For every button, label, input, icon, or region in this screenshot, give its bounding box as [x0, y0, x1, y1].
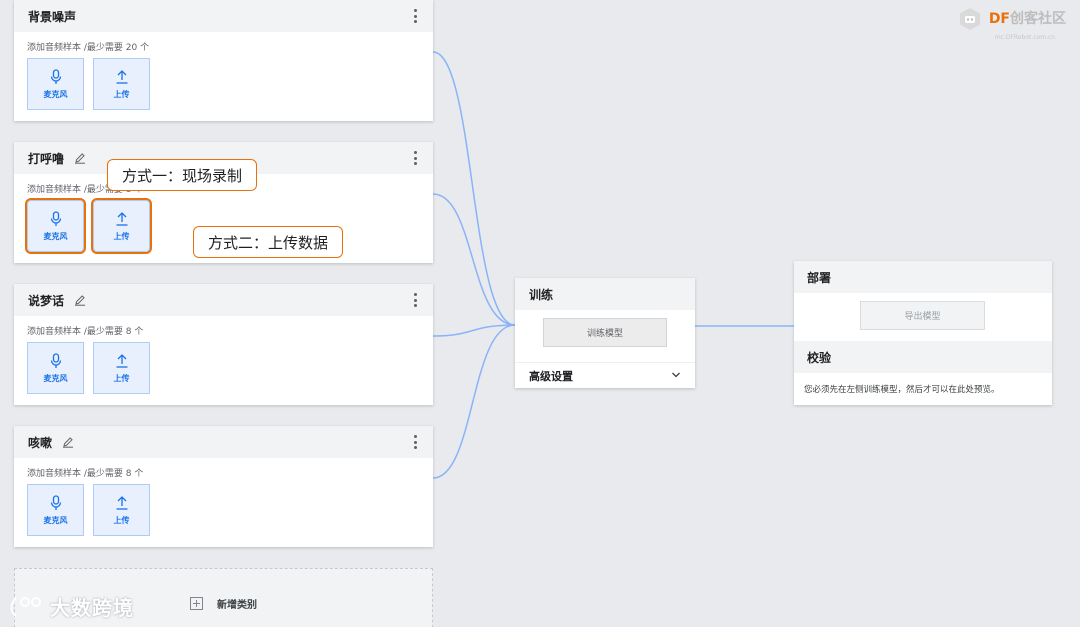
- microphone-label: 麦克风: [43, 89, 68, 99]
- export-model-button[interactable]: 导出模型: [860, 301, 985, 330]
- train-model-button[interactable]: 训练模型: [543, 318, 667, 347]
- class-card-header: 背景噪声: [14, 0, 433, 32]
- callout-record: 方式一：现场录制: [107, 159, 258, 191]
- class-title: 打呼噜: [28, 151, 65, 166]
- sample-hint: 添加音频样本 /最少需要 8 个: [27, 469, 144, 479]
- class-card-sleep-talking: 说梦话 添加音频样本 /最少需要 8 个 麦克风 上传: [14, 284, 433, 405]
- microphone-button[interactable]: 麦克风: [25, 198, 86, 254]
- microphone-icon: [50, 68, 61, 84]
- upload-button[interactable]: 上传: [93, 484, 150, 536]
- more-options-icon[interactable]: [413, 151, 417, 165]
- deploy-panel: 部署 导出模型 校验 您必须先在左侧训练模型，然后才可以在此处预览。: [794, 261, 1052, 405]
- upload-icon: [116, 495, 127, 510]
- microphone-button[interactable]: 麦克风: [27, 58, 84, 110]
- class-card-header: 说梦话: [14, 284, 433, 316]
- advanced-settings-toggle[interactable]: 高级设置: [515, 362, 695, 388]
- microphone-button[interactable]: 麦克风: [27, 484, 84, 536]
- chevron-down-icon: [672, 372, 680, 378]
- training-panel: 训练 训练模型 高级设置: [515, 278, 695, 388]
- class-title: 背景噪声: [28, 9, 77, 24]
- more-options-icon[interactable]: [413, 293, 417, 307]
- watermark: 大数跨境: [8, 592, 134, 621]
- microphone-icon: [50, 494, 61, 510]
- microphone-label: 麦克风: [43, 515, 68, 525]
- training-title: 训练: [515, 278, 695, 310]
- edit-pencil-icon[interactable]: [62, 436, 74, 448]
- more-options-icon[interactable]: [413, 9, 417, 23]
- brand-url: mc.DFRobot.com.cn: [994, 34, 1056, 41]
- class-card-header: 咳嗽: [14, 426, 433, 458]
- verify-message: 您必须先在左侧训练模型，然后才可以在此处预览。: [804, 385, 1000, 395]
- sample-hint: 添加音频样本 /最少需要 8 个: [27, 327, 144, 337]
- upload-button[interactable]: 上传: [91, 198, 152, 254]
- add-icon: [190, 596, 203, 610]
- upload-icon: [116, 69, 127, 84]
- microphone-icon: [50, 352, 61, 368]
- brand-name: DF创客社区: [989, 12, 1066, 26]
- microphone-icon: [50, 210, 61, 226]
- upload-label: 上传: [113, 515, 130, 525]
- robot-logo-icon: [959, 8, 980, 30]
- verify-title: 校验: [794, 341, 1052, 373]
- upload-label: 上传: [113, 373, 130, 383]
- add-class-label: 新增类别: [217, 599, 257, 611]
- upload-icon: [116, 353, 127, 368]
- class-card-background-noise: 背景噪声 添加音频样本 /最少需要 20 个 麦克风 上传: [14, 0, 433, 121]
- upload-button[interactable]: 上传: [93, 342, 150, 394]
- class-title: 说梦话: [28, 293, 65, 308]
- upload-button[interactable]: 上传: [93, 58, 150, 110]
- edit-pencil-icon[interactable]: [74, 152, 86, 164]
- class-title: 咳嗽: [28, 435, 53, 450]
- callout-upload: 方式二：上传数据: [193, 226, 344, 258]
- brand-df: DF: [988, 11, 1010, 27]
- upload-label: 上传: [113, 231, 130, 241]
- upload-icon: [116, 211, 127, 226]
- advanced-settings-label: 高级设置: [529, 369, 573, 383]
- sample-hint: 添加音频样本 /最少需要 20 个: [27, 43, 150, 53]
- edit-pencil-icon[interactable]: [74, 294, 86, 306]
- deploy-title: 部署: [794, 261, 1052, 293]
- brand-rest: 创客社区: [1010, 11, 1066, 27]
- upload-label: 上传: [113, 89, 130, 99]
- microphone-button[interactable]: 麦克风: [27, 342, 84, 394]
- microphone-label: 麦克风: [43, 373, 68, 383]
- watermark-logo-icon: [10, 596, 41, 617]
- more-options-icon[interactable]: [413, 435, 417, 449]
- watermark-text: 大数跨境: [50, 596, 134, 620]
- df-logo: DF创客社区 mc.DFRobot.com.cn: [957, 6, 1066, 41]
- microphone-label: 麦克风: [43, 231, 68, 241]
- class-card-cough: 咳嗽 添加音频样本 /最少需要 8 个 麦克风 上传: [14, 426, 433, 547]
